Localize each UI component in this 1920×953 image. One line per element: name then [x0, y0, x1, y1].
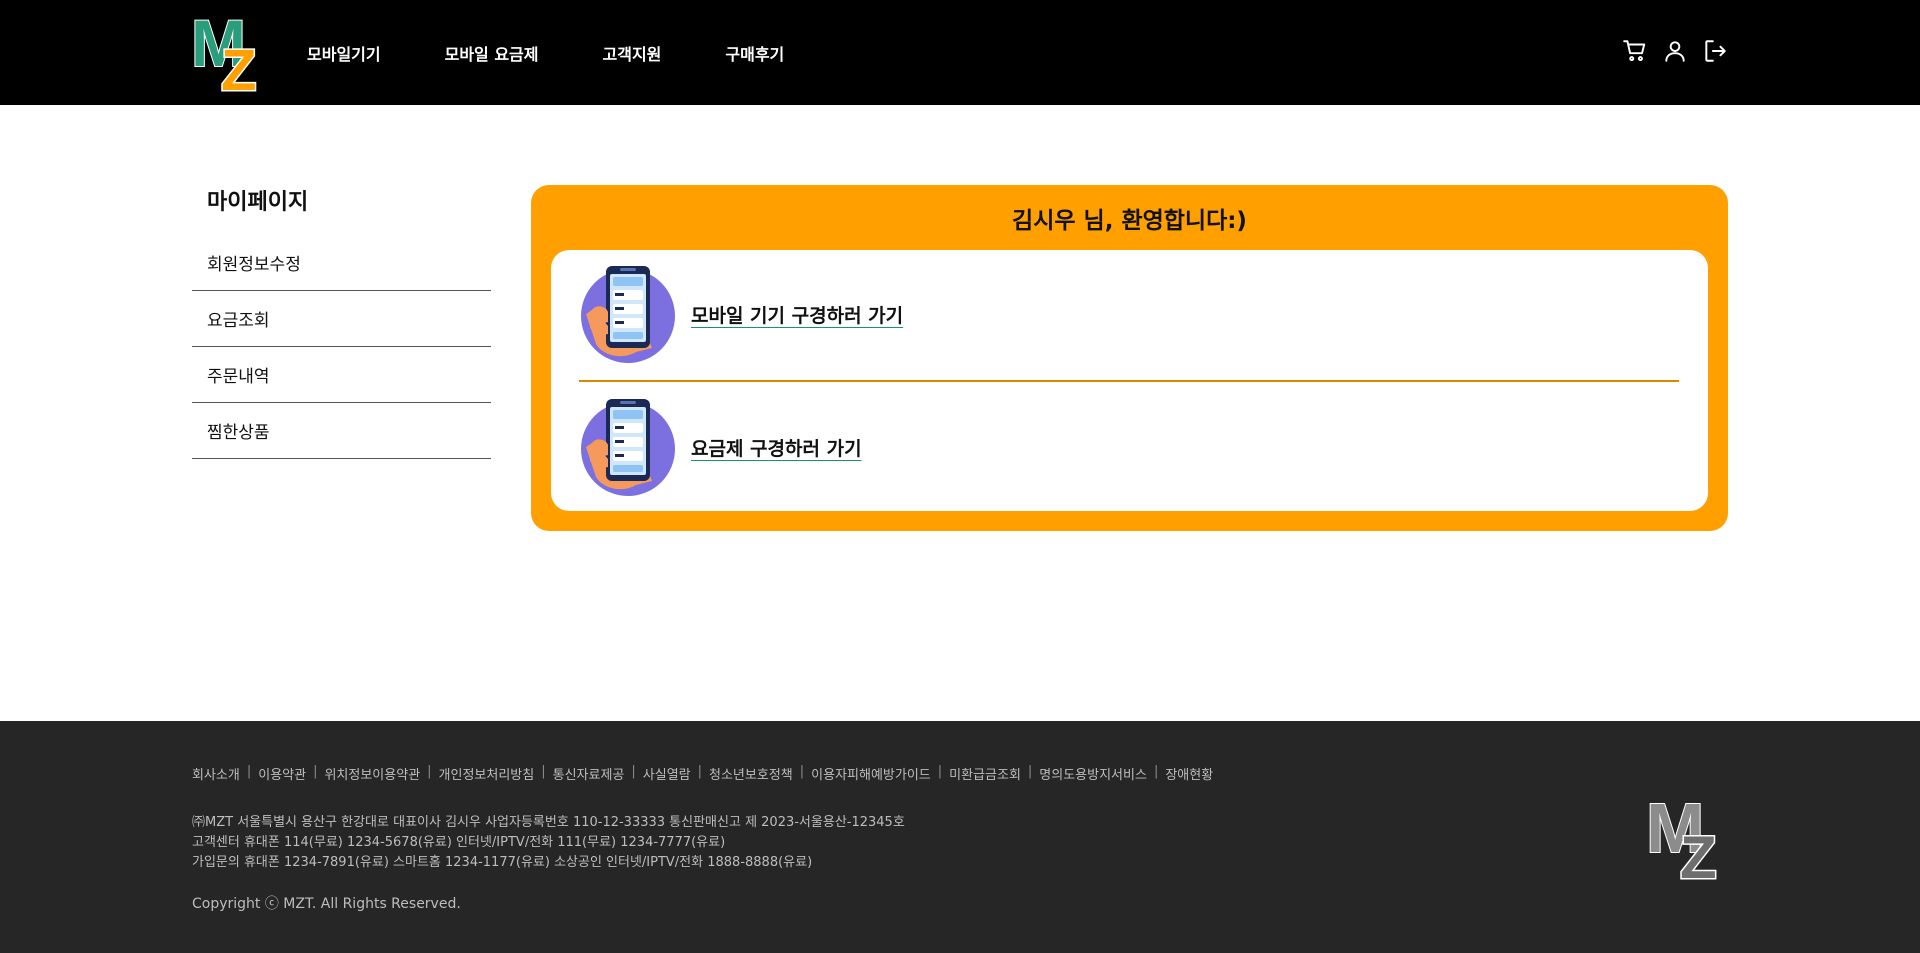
footer-link-refund[interactable]: 미환급금조회 [949, 764, 1021, 783]
mobile-devices-link[interactable]: 모바일 기기 구경하러 가기 [578, 262, 1678, 366]
nav-customer-support[interactable]: 고객지원 [603, 41, 662, 65]
separator: | [937, 764, 943, 779]
shortcut-panel: 모바일 기기 구경하러 가기 요금제 구경하러 가기 [551, 250, 1708, 511]
phone-in-hand-icon [581, 399, 675, 496]
sidebar-item-billing[interactable]: 요금조회 [192, 291, 491, 347]
cart-icon[interactable] [1622, 38, 1648, 64]
site-header: M Z 모바일기기 모바일 요금제 고객지원 구매후기 [0, 0, 1920, 105]
svg-text:Z: Z [1680, 824, 1717, 880]
footer-link-fact-check[interactable]: 사실열람 [643, 764, 691, 783]
nav-mobile-devices[interactable]: 모바일기기 [307, 41, 381, 65]
separator: | [427, 764, 432, 779]
svg-text:Z: Z [221, 38, 256, 92]
separator: | [313, 764, 318, 779]
footer-logo: M Z [1646, 792, 1718, 880]
separator: | [541, 764, 546, 779]
separator: | [1027, 764, 1033, 779]
link-divider [579, 380, 1679, 382]
main-nav: 모바일기기 모바일 요금제 고객지원 구매후기 [307, 0, 848, 105]
footer-link-location-terms[interactable]: 위치정보이용약관 [324, 764, 420, 783]
user-icon[interactable] [1662, 38, 1688, 64]
nav-mobile-plans[interactable]: 모바일 요금제 [445, 41, 539, 65]
footer-link-identity-protection[interactable]: 명의도용방지서비스 [1039, 764, 1147, 783]
company-info-line: 고객센터 휴대폰 114(무료) 1234-5678(유료) 인터넷/IPTV/… [192, 835, 726, 850]
logout-icon[interactable] [1702, 38, 1728, 64]
phone-in-hand-icon [581, 266, 675, 363]
sidebar-item-edit-profile[interactable]: 회원정보수정 [192, 235, 491, 291]
footer-link-youth-policy[interactable]: 청소년보호정책 [709, 764, 793, 783]
site-footer: 회사소개 | 이용약관 | 위치정보이용약관 | 개인정보처리방침 | 통신자료제공 | … [0, 721, 1920, 953]
footer-links: 회사소개 | 이용약관 | 위치정보이용약관 | 개인정보처리방침 | 통신자료제공 | … [192, 764, 1213, 783]
footer-link-telecom-data[interactable]: 통신자료제공 [553, 764, 625, 783]
footer-link-terms[interactable]: 이용약관 [258, 764, 306, 783]
separator: | [697, 764, 703, 779]
mypage-sidebar: 마이페이지 회원정보수정 요금조회 주문내역 찜한상품 [192, 185, 491, 459]
nav-reviews[interactable]: 구매후기 [725, 41, 784, 65]
footer-link-privacy[interactable]: 개인정보처리방침 [439, 764, 535, 783]
mobile-devices-link-text[interactable]: 모바일 기기 구경하러 가기 [691, 301, 903, 328]
site-logo[interactable]: M Z [191, 10, 267, 92]
footer-link-damage-guide[interactable]: 이용자피해예방가이드 [811, 764, 931, 783]
separator: | [1153, 764, 1159, 779]
footer-link-accessibility[interactable]: 장애현황 [1165, 764, 1213, 783]
welcome-card: 김시우 님, 환영합니다:) 모바일 기기 구경하러 가기 요금제 구경하러 가… [531, 185, 1728, 531]
plans-link-text[interactable]: 요금제 구경하러 가기 [691, 434, 862, 461]
sidebar-title: 마이페이지 [207, 190, 309, 215]
sidebar-item-orders[interactable]: 주문내역 [192, 347, 491, 403]
sidebar-item-wishlist[interactable]: 찜한상품 [192, 403, 491, 459]
company-info-line: ㈜MZT 서울특별시 용산구 한강대로 대표이사 김시우 사업자등록번호 110… [192, 815, 905, 830]
separator: | [799, 764, 805, 779]
separator: | [631, 764, 636, 779]
footer-link-about[interactable]: 회사소개 [192, 764, 240, 783]
copyright: Copyright ⓒ MZT. All Rights Reserved. [192, 896, 461, 912]
company-info-line: 가입문의 휴대폰 1234-7891(유료) 스마트홈 1234-1177(유료… [192, 855, 813, 870]
company-info: ㈜MZT 서울특별시 용산구 한강대로 대표이사 김시우 사업자등록번호 110… [192, 813, 905, 873]
welcome-title: 김시우 님, 환영합니다:) [1012, 208, 1247, 234]
plans-link[interactable]: 요금제 구경하러 가기 [578, 395, 1678, 499]
header-icons [1622, 38, 1728, 64]
separator: | [246, 764, 252, 779]
